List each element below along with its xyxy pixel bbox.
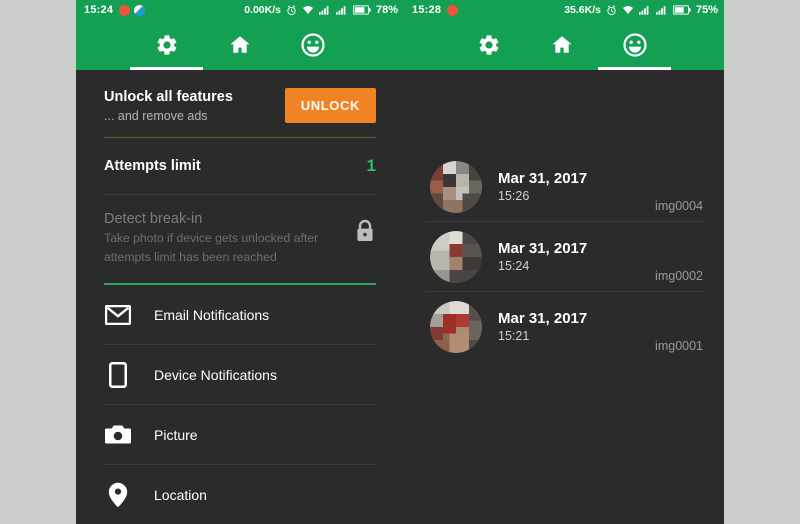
list-item[interactable]: Mar 31, 2017 15:24 img0002 xyxy=(416,222,715,291)
smiley-face-icon xyxy=(622,33,647,57)
tab-home[interactable] xyxy=(525,20,598,70)
menu-item-label: Picture xyxy=(154,426,198,443)
left-phone-screen: 15:24 0.00K/s 78% Unlock all features ..… xyxy=(76,0,404,524)
photo-time: 15:21 xyxy=(498,329,530,343)
unlock-title: Unlock all features xyxy=(104,88,233,105)
wifi-icon xyxy=(622,6,633,14)
menu-item-label: Location xyxy=(154,486,207,503)
avatar xyxy=(430,300,482,353)
tab-face[interactable] xyxy=(598,20,671,70)
detect-break-in-description-line2: attempts limit has been reached xyxy=(104,250,277,264)
phone-icon xyxy=(109,361,127,388)
notification-dot-red-icon xyxy=(447,4,459,16)
gear-icon xyxy=(157,35,176,55)
lock-icon xyxy=(357,219,373,241)
tab-settings[interactable] xyxy=(452,20,525,70)
photo-filename: img0001 xyxy=(655,339,703,353)
unlock-texts: Unlock all features ... and remove ads xyxy=(104,89,233,123)
unlock-all-features-row: Unlock all features ... and remove ads U… xyxy=(76,70,404,137)
left-tab-bar xyxy=(76,20,404,70)
avatar xyxy=(430,160,482,213)
lock-icon-wrapper xyxy=(354,219,376,243)
alarm-icon xyxy=(607,4,616,15)
detect-texts: Detect break-in Take photo if device get… xyxy=(104,211,318,265)
notification-dot-blue-icon xyxy=(134,4,146,16)
status-notification-icons xyxy=(119,4,146,16)
notification-dot-red-icon xyxy=(119,4,131,16)
battery-icon xyxy=(672,5,691,15)
unlock-subtitle: ... and remove ads xyxy=(104,108,208,123)
right-tab-bar xyxy=(404,20,724,70)
attempts-limit-label: Attempts limit xyxy=(104,158,201,174)
menu-item-label: Device Notifications xyxy=(154,366,277,383)
photo-gallery-content: Mar 31, 2017 15:26 img0004 Mar 31, 2017 … xyxy=(404,70,724,524)
signal-1-icon xyxy=(638,6,649,15)
alarm-icon xyxy=(287,4,296,15)
photo-date: Mar 31, 2017 xyxy=(498,170,588,187)
location-pin-icon-wrapper xyxy=(104,482,132,508)
status-battery-percent: 75% xyxy=(695,4,718,16)
status-battery-percent: 78% xyxy=(375,4,398,16)
photo-time: 15:26 xyxy=(498,189,530,203)
menu-item-label: Email Notifications xyxy=(154,306,270,323)
photo-list: Mar 31, 2017 15:26 img0004 Mar 31, 2017 … xyxy=(416,152,715,361)
attempts-limit-value: 1 xyxy=(366,156,376,175)
right-status-bar: 15:28 35.6K/s 75% xyxy=(404,0,724,20)
detect-break-in-description-line1: Take photo if device gets unlocked after xyxy=(104,231,319,245)
avatar-thumbnail xyxy=(430,160,482,213)
status-clock: 15:28 xyxy=(412,4,442,16)
attempts-limit-row[interactable]: Attempts limit 1 xyxy=(76,138,404,194)
battery-icon xyxy=(352,5,371,15)
signal-1-icon xyxy=(318,6,329,15)
detect-break-in-title: Detect break-in xyxy=(104,211,203,227)
left-status-bar: 15:24 0.00K/s 78% xyxy=(76,0,404,20)
photo-filename: img0002 xyxy=(655,269,703,283)
list-item[interactable]: Mar 31, 2017 15:21 img0001 xyxy=(416,292,715,361)
signal-2-icon xyxy=(655,6,666,15)
location-pin-icon xyxy=(108,482,128,507)
photo-meta: Mar 31, 2017 15:24 xyxy=(498,240,587,273)
status-right-icons: 0.00K/s 78% xyxy=(244,4,398,16)
status-net-speed: 35.6K/s xyxy=(564,4,601,16)
camera-icon-wrapper xyxy=(104,424,132,445)
home-icon xyxy=(552,36,571,53)
avatar-thumbnail xyxy=(430,230,482,283)
smiley-face-icon xyxy=(300,33,325,57)
home-icon xyxy=(230,36,249,53)
tab-home[interactable] xyxy=(203,20,276,70)
photo-meta: Mar 31, 2017 15:21 xyxy=(498,310,587,343)
status-clock: 15:24 xyxy=(84,4,114,16)
menu-item-device-notifications[interactable]: Device Notifications xyxy=(76,345,404,404)
photo-date: Mar 31, 2017 xyxy=(498,310,588,327)
phone-icon-wrapper xyxy=(104,361,132,388)
dual-phone-screenshot: 15:24 0.00K/s 78% Unlock all features ..… xyxy=(76,0,724,524)
avatar xyxy=(430,230,482,283)
status-notification-icons xyxy=(447,4,459,16)
tab-settings[interactable] xyxy=(130,20,203,70)
photo-filename: img0004 xyxy=(655,199,703,213)
detect-break-in-row[interactable]: Detect break-in Take photo if device get… xyxy=(76,195,404,283)
email-icon xyxy=(105,304,131,325)
photo-date: Mar 31, 2017 xyxy=(498,240,588,257)
settings-content: Unlock all features ... and remove ads U… xyxy=(76,70,404,524)
status-right-icons: 35.6K/s 75% xyxy=(564,4,718,16)
unlock-button[interactable]: UNLOCK xyxy=(284,88,376,123)
right-phone-screen: 15:28 35.6K/s 75% Mar 31, 2017 15:26 img… xyxy=(404,0,724,524)
email-icon-wrapper xyxy=(104,304,132,325)
photo-meta: Mar 31, 2017 15:26 xyxy=(498,170,587,203)
camera-icon xyxy=(105,425,131,444)
menu-item-picture[interactable]: Picture xyxy=(76,405,404,464)
tab-face[interactable] xyxy=(276,20,349,70)
photo-time: 15:24 xyxy=(498,259,530,273)
menu-item-email-notifications[interactable]: Email Notifications xyxy=(76,285,404,344)
list-item[interactable]: Mar 31, 2017 15:26 img0004 xyxy=(416,152,715,221)
gear-icon xyxy=(479,35,498,55)
avatar-thumbnail xyxy=(430,300,482,353)
menu-item-location[interactable]: Location xyxy=(76,465,404,524)
signal-2-icon xyxy=(335,6,346,15)
status-net-speed: 0.00K/s xyxy=(244,4,281,16)
wifi-icon xyxy=(302,6,313,14)
